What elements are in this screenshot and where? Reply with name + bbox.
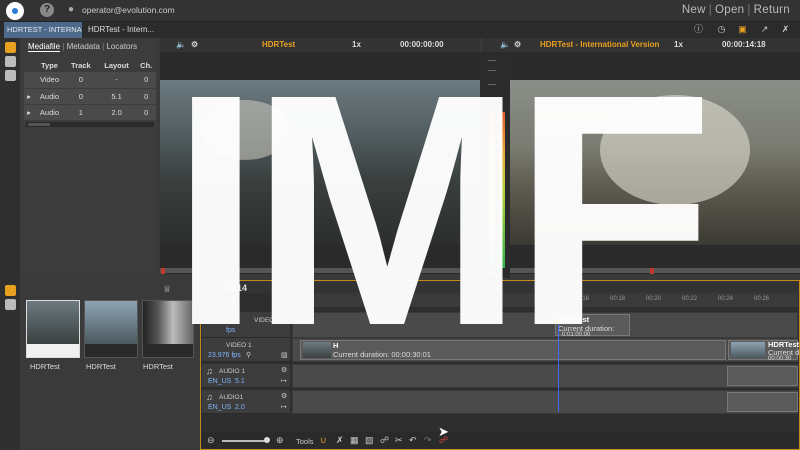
zoom-in-icon[interactable]: ⊕ xyxy=(276,435,284,446)
viewer-right-timecode: 00:00:14:18 xyxy=(722,40,766,49)
trash-icon[interactable]: ✗ xyxy=(780,24,791,35)
imf-overlay-text: IMF xyxy=(170,25,714,394)
track-name: AUDIO1 xyxy=(219,394,244,401)
expand-icon[interactable] xyxy=(24,72,34,89)
undo-icon[interactable]: ↶ xyxy=(409,435,417,446)
open-button[interactable]: Open xyxy=(715,4,744,16)
ruler-label: 00:24 xyxy=(718,296,734,302)
table-row[interactable]: Video 0 - 0 xyxy=(24,72,156,89)
cursor-icon: ➤ xyxy=(438,424,449,439)
zoom-out-icon[interactable]: ⊖ xyxy=(207,435,215,446)
export-icon[interactable]: ↗ xyxy=(759,24,770,35)
panel-toggle-icon[interactable] xyxy=(5,42,16,53)
clip-thumbnail xyxy=(731,342,765,358)
col-track: Track xyxy=(65,58,97,72)
clip-audio1[interactable] xyxy=(727,366,798,386)
thumbnail-image xyxy=(27,301,79,344)
bin-icon[interactable] xyxy=(5,70,16,81)
expand-icon[interactable]: ▸ xyxy=(24,104,34,121)
bin-thumbnail-label: HDRTest xyxy=(30,362,60,371)
bin-thumbnail-2[interactable] xyxy=(84,300,138,358)
user-icon: ● xyxy=(68,4,75,15)
tools-label: Tools xyxy=(296,437,314,446)
tab-hdrtest-international[interactable]: HDRTEST - INTERNA... xyxy=(4,22,82,38)
table-row[interactable]: ▸ Audio 0 5.1 0 xyxy=(24,88,156,105)
insert-icon[interactable]: ▦ xyxy=(350,435,359,446)
zoom-slider[interactable] xyxy=(222,440,267,442)
mediafile-table: Type Track Layout Ch. Video 0 - 0 ▸ Audi… xyxy=(24,58,156,121)
track-layout: 2.0 xyxy=(235,404,245,411)
save-icon[interactable]: ▣ xyxy=(737,24,748,35)
help-icon[interactable]: ? xyxy=(40,3,54,17)
track-lang: EN_US xyxy=(208,404,232,411)
bins-grid-icon[interactable] xyxy=(5,299,16,310)
clock-icon[interactable]: ◷ xyxy=(716,24,727,35)
scrub-marker[interactable] xyxy=(161,268,165,274)
tab-mediafile[interactable]: Mediafile xyxy=(28,42,61,52)
mediafile-tabs: Mediafile | Metadata | Locators xyxy=(28,42,138,52)
expand-icon[interactable]: ▸ xyxy=(24,88,34,105)
magnet-icon[interactable]: ∪ xyxy=(320,435,327,446)
return-button[interactable]: Return xyxy=(754,4,790,16)
tab-hdrtest-intern[interactable]: HDRTest - Intern... xyxy=(86,22,166,38)
tab-metadata[interactable]: Metadata xyxy=(67,42,100,51)
clip-audio2[interactable] xyxy=(727,392,798,412)
zoom-slider-handle[interactable] xyxy=(264,437,270,443)
bins-toggle-icon[interactable] xyxy=(5,285,16,296)
clip-duration-value: 00:00:30 xyxy=(768,356,792,362)
route-icon[interactable]: ↦ xyxy=(281,403,287,411)
col-layout: Layout xyxy=(96,58,137,72)
bin-thumbnail-1[interactable] xyxy=(26,300,80,358)
redo-icon[interactable]: ↷ xyxy=(424,435,432,446)
cut-icon[interactable]: ✂ xyxy=(395,435,403,446)
split-icon[interactable]: ▧ xyxy=(365,435,374,446)
tab-locators[interactable]: Locators xyxy=(106,42,137,51)
table-row[interactable]: ▸ Audio 1 2.0 0 xyxy=(24,104,156,121)
user-email: operator@evolution.com xyxy=(82,5,175,15)
ruler-label: 00:26 xyxy=(754,296,770,302)
delete-icon[interactable]: ✗ xyxy=(336,435,344,446)
logo-inner-icon xyxy=(10,6,20,16)
media-icon[interactable] xyxy=(5,56,16,67)
bin-thumbnail-label: HDRTest xyxy=(86,362,116,371)
col-type: Type xyxy=(34,58,65,72)
col-ch: Ch. xyxy=(136,58,156,72)
link-icon[interactable]: ☍ xyxy=(380,435,389,446)
thumbnail-image xyxy=(85,301,137,344)
top-actions: New | Open | Return xyxy=(681,4,790,16)
bin-thumbnail-label: HDRTest xyxy=(143,362,173,371)
mediafile-scroll-thumb[interactable] xyxy=(28,123,50,126)
new-button[interactable]: New xyxy=(682,4,706,16)
timeline-toolbar xyxy=(201,432,799,448)
